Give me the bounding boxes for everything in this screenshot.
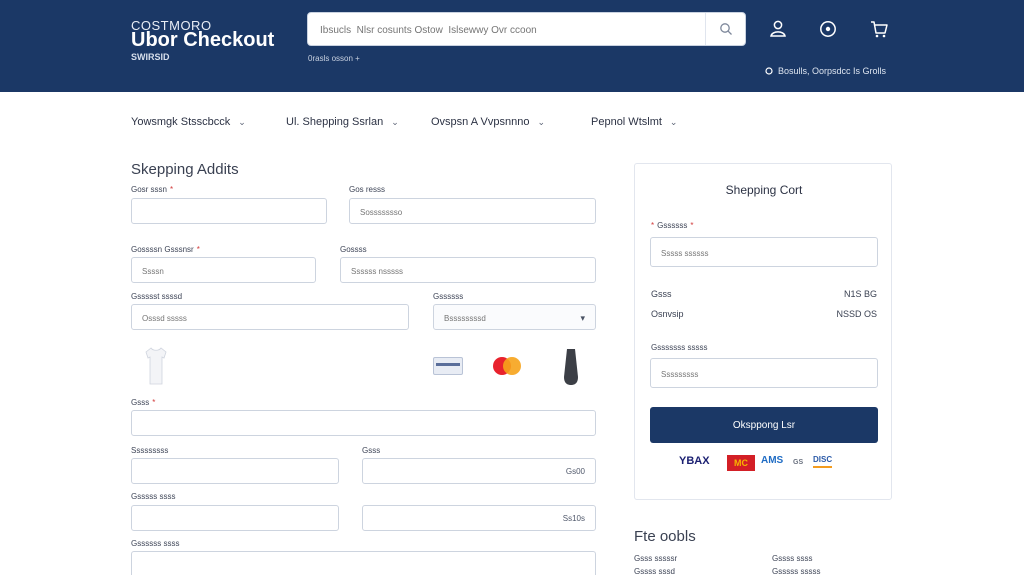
info-icon <box>820 21 836 37</box>
summary-row: Gsss N1S BG <box>651 289 877 299</box>
coupon-field[interactable] <box>650 237 878 267</box>
search-input[interactable] <box>320 21 700 39</box>
phone-field[interactable] <box>131 458 339 484</box>
country-select[interactable]: ▾ <box>433 304 596 330</box>
cart-icon <box>871 21 888 38</box>
field-label: Gsss * <box>131 398 156 407</box>
address-field[interactable] <box>131 257 316 283</box>
step-label: Ul. Shepping Ssrlan <box>286 116 384 128</box>
address2-field[interactable] <box>340 257 596 283</box>
chevron-down-icon: ⌄ <box>669 117 678 127</box>
caret-down-icon: ▾ <box>580 313 585 323</box>
state-field[interactable] <box>131 505 339 531</box>
field-label: Gsss <box>362 446 381 455</box>
note-input[interactable] <box>661 367 867 381</box>
phone-image <box>564 349 578 385</box>
shopping-cart-panel: Shepping Cort *Gssssss* Gsss N1S BG Osnvs… <box>634 163 892 500</box>
brand-tagline: SWIRSID <box>131 52 170 62</box>
search-bar <box>307 12 746 46</box>
page-title: Ubor Checkout <box>131 29 275 51</box>
step-label: Ovspsn A Vvpsnnno <box>431 116 530 128</box>
header-status: Bosulls, Oorpsdcc Is Grolls <box>778 66 887 76</box>
state-input[interactable] <box>142 512 328 526</box>
coupon-input[interactable] <box>661 246 867 260</box>
step-2[interactable]: Ul. Shepping Ssrlan ⌄ <box>286 116 399 128</box>
country-select-value[interactable] <box>444 311 585 325</box>
chevron-down-icon: ⌄ <box>391 117 399 127</box>
cart-button[interactable] <box>868 18 890 40</box>
step-4[interactable]: Pepnol Wtslmt ⌄ <box>591 116 677 128</box>
address2-input[interactable] <box>351 264 585 278</box>
search-button[interactable] <box>705 13 745 45</box>
totals-label: Gsss sssssr <box>634 554 678 563</box>
status-icon <box>765 67 773 75</box>
field-label: Gosr sssn * <box>131 185 174 194</box>
summary-row: Osnvsip NSSD OS <box>651 309 877 319</box>
field-label: Gos resss <box>349 185 386 194</box>
summary-value: N1S BG <box>843 289 877 299</box>
discover-logo: DISC <box>813 455 833 468</box>
chevron-down-icon: ⌄ <box>537 117 545 127</box>
step-label: Yowsmgk Stsscbcck <box>131 116 231 128</box>
first-name-input[interactable] <box>142 205 316 219</box>
first-name-field[interactable] <box>131 198 327 224</box>
shipping-address-title: Skepping Addits <box>131 161 239 178</box>
summary-label: Osnvsip <box>651 309 684 319</box>
phone-input[interactable] <box>142 465 328 479</box>
last-name-field[interactable] <box>349 198 596 224</box>
field-label: Gsssss ssss <box>131 492 176 501</box>
checkout-button[interactable]: Oksppong Lsr <box>650 407 878 443</box>
mastercard-icon <box>493 357 521 375</box>
last-name-input[interactable] <box>360 205 585 219</box>
zip-value: Gs00 <box>565 467 585 476</box>
payment-logos: YBAX MC AMS GS DISC <box>679 455 849 471</box>
notes-field[interactable] <box>131 551 596 575</box>
mastercard-logo: MC <box>727 455 755 471</box>
city-field[interactable] <box>131 304 409 330</box>
step-3[interactable]: Ovspsn A Vvpsnnno ⌄ <box>431 116 545 128</box>
email-field[interactable] <box>131 410 596 436</box>
search-icon <box>720 23 732 35</box>
field-label: Gossss <box>340 245 367 254</box>
field-label: Gossssn Gsssnsr * <box>131 245 200 254</box>
email-input[interactable] <box>142 417 585 431</box>
note-field[interactable] <box>650 358 878 388</box>
region-field[interactable]: Ss10s <box>362 505 596 531</box>
tshirt-image <box>145 347 167 385</box>
visa-logo: YBAX <box>679 455 710 467</box>
totals-title: Fte oobls <box>634 528 696 545</box>
coupon-label: * Gssssss * <box>651 221 694 230</box>
summary-value: NSSD OS <box>836 309 877 319</box>
city-input[interactable] <box>142 311 398 325</box>
summary-label: Gsss <box>651 289 672 299</box>
card-image <box>433 357 463 375</box>
totals-value: Gssss ssss <box>772 554 813 563</box>
step-1[interactable]: Yowsmgk Stsscbcck ⌄ <box>131 116 246 128</box>
region-value: Ss10s <box>562 514 585 523</box>
checkout-steps: Yowsmgk Stsscbcck ⌄ Ul. Shepping Ssrlan ⌄ … <box>131 116 891 132</box>
amex-logo: AMS <box>761 455 784 466</box>
address-input[interactable] <box>142 264 305 278</box>
field-label: Gssssss <box>433 292 464 301</box>
chevron-down-icon: ⌄ <box>238 117 246 127</box>
zip-field[interactable]: Gs00 <box>362 458 596 484</box>
notes-input[interactable] <box>142 558 585 572</box>
cart-title: Shepping Cort <box>725 183 803 197</box>
field-label: Gssssss ssss <box>131 539 180 548</box>
step-label: Pepnol Wtslmt <box>591 116 662 128</box>
site-header: COSTMORO Ubor Checkout SWIRSID 0rasls os… <box>0 0 1024 92</box>
field-label: Gssssst ssssd <box>131 292 183 301</box>
search-hint: 0rasls osson + <box>308 54 360 63</box>
user-icon <box>770 20 786 37</box>
help-button[interactable] <box>817 18 839 40</box>
account-button[interactable] <box>767 18 789 40</box>
field-label: Sssssssss <box>131 446 169 455</box>
generic-card-logo: GS <box>793 459 804 466</box>
note-label: Gsssssss sssss <box>651 343 708 352</box>
